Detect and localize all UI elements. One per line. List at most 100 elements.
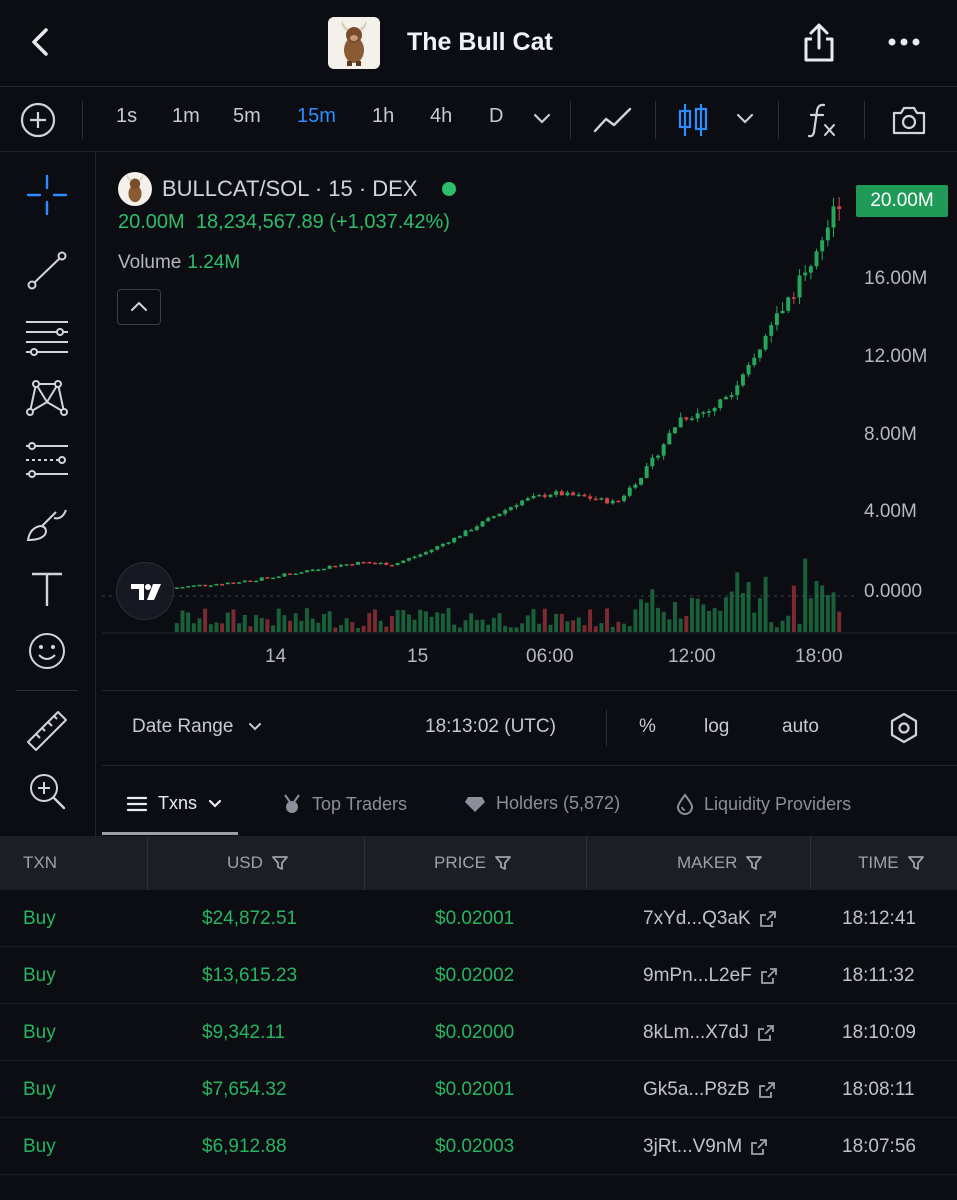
column-header-maker[interactable]: MAKER [677,836,763,890]
candle [605,498,610,504]
tab-top-traders[interactable]: Top Traders [282,793,407,815]
interval-5m[interactable]: 5m [233,105,261,128]
candle [763,335,768,350]
interval-dropdown[interactable] [532,111,552,132]
toolbar-divider [655,101,656,139]
table-row[interactable]: Buy $24,872.51 $0.02001 7xYd...Q3aK 18:1… [0,890,957,947]
trend-line-icon [27,251,67,290]
maker-address: 7xYd...Q3aK [643,908,751,929]
column-divider [586,836,587,890]
txn-maker[interactable]: 7xYd...Q3aK [643,890,777,947]
chart-type-line-button[interactable] [592,103,634,142]
footer-divider [606,709,607,747]
indicators-button[interactable] [806,100,840,145]
pattern-tool[interactable] [24,374,70,420]
tab-liquidity-providers[interactable]: Liquidity Providers [676,793,851,815]
trend-line-tool[interactable] [24,248,70,294]
chart-type-dropdown[interactable] [735,111,755,132]
volume-bar [237,623,242,632]
interval-d[interactable]: D [489,105,503,128]
volume-bar [191,623,196,632]
candle [474,526,479,530]
add-indicator-button[interactable] [19,101,57,144]
candle [486,517,491,522]
price-chart[interactable]: BULLCAT/SOL · 15 · DEX 20.00M 18,234,567… [102,156,957,690]
screenshot-button[interactable] [890,103,928,142]
txn-maker[interactable]: 8kLm...X7dJ [643,1004,775,1061]
column-header-label: MAKER [677,853,738,872]
chart-type-candles-button[interactable] [676,100,710,145]
log-scale-toggle[interactable]: log [704,716,729,738]
drawing-toolbar [0,152,96,836]
column-divider [147,836,148,890]
volume-bar [282,615,287,632]
forecast-tool[interactable] [24,436,70,482]
external-link-icon[interactable] [758,1081,776,1099]
live-status-dot [441,182,456,196]
more-options-button[interactable] [884,30,924,54]
candle [797,275,802,298]
table-row[interactable]: Buy $6,912.88 $0.02003 3jRt...V9nM 18:07… [0,1118,957,1175]
table-row[interactable]: Buy $13,615.23 $0.02002 9mPn...L2eF 18:1… [0,947,957,1004]
crosshair-tool[interactable] [24,172,70,218]
chart-settings-button[interactable] [888,711,920,750]
x-axis-tick: 06:00 [526,646,574,667]
external-link-icon[interactable] [760,967,778,985]
candle [791,297,796,299]
table-row[interactable]: Buy $9,342.11 $0.02000 8kLm...X7dJ 18:10… [0,1004,957,1061]
tab-holders[interactable]: Holders (5,872) [464,793,620,814]
txn-maker[interactable]: 9mPn...L2eF [643,947,778,1004]
table-row[interactable]: Buy $7,654.32 $0.02001 Gk5a...P8zB 18:08… [0,1061,957,1118]
volume-bar [259,618,264,632]
utc-clock[interactable]: 18:13:02 (UTC) [425,716,556,738]
column-header-time[interactable]: TIME [858,836,925,890]
tradingview-logo[interactable] [116,562,174,620]
volume-bar [582,625,587,632]
txn-maker[interactable]: Gk5a...P8zB [643,1061,776,1118]
volume-bar [774,627,779,632]
candle [610,500,615,504]
chevron-down-icon [249,723,262,731]
volume-bar [576,617,581,632]
column-header-txn[interactable]: TXN [23,836,57,890]
table-header: TXN USD PRICE MAKER TIME [0,836,957,890]
filter-icon[interactable] [271,854,289,872]
external-link-icon[interactable] [757,1024,775,1042]
tools-divider [16,690,78,691]
external-link-icon[interactable] [750,1138,768,1156]
interval-4h[interactable]: 4h [430,105,452,128]
column-divider [364,836,365,890]
brush-tool[interactable] [24,502,70,548]
filter-icon[interactable] [494,854,512,872]
txn-price: $0.02001 [435,1079,515,1100]
txn-time: 18:11:32 [842,965,915,986]
zoom-in-tool[interactable] [24,768,70,814]
column-header-usd[interactable]: USD [227,836,289,890]
volume-bar [310,618,315,632]
chevron-down-icon [208,799,222,808]
auto-scale-toggle[interactable]: auto [782,716,819,738]
candle [248,580,253,582]
interval-1m[interactable]: 1m [172,105,200,128]
percent-scale-toggle[interactable]: % [639,716,656,738]
collapse-legend-button[interactable] [117,289,161,325]
interval-1s[interactable]: 1s [116,105,137,128]
external-link-icon[interactable] [759,910,777,928]
filter-icon[interactable] [907,854,925,872]
volume-bar [333,627,338,632]
interval-15m[interactable]: 15m [297,105,336,128]
filter-icon[interactable] [745,854,763,872]
back-button[interactable] [22,24,58,60]
share-button[interactable] [800,22,838,64]
horizontal-lines-tool[interactable] [24,312,70,358]
volume-bar [525,615,530,632]
legend-change: 18,234,567.89 (+1,037.42%) [195,211,450,233]
column-header-price[interactable]: PRICE [434,836,512,890]
tab-txns[interactable]: Txns [126,793,223,814]
ruler-tool[interactable] [24,708,70,754]
emoji-tool[interactable] [24,628,70,674]
txn-maker[interactable]: 3jRt...V9nM [643,1118,768,1175]
interval-1h[interactable]: 1h [372,105,394,128]
date-range-button[interactable]: Date Range [132,716,263,738]
text-tool[interactable] [24,566,70,612]
